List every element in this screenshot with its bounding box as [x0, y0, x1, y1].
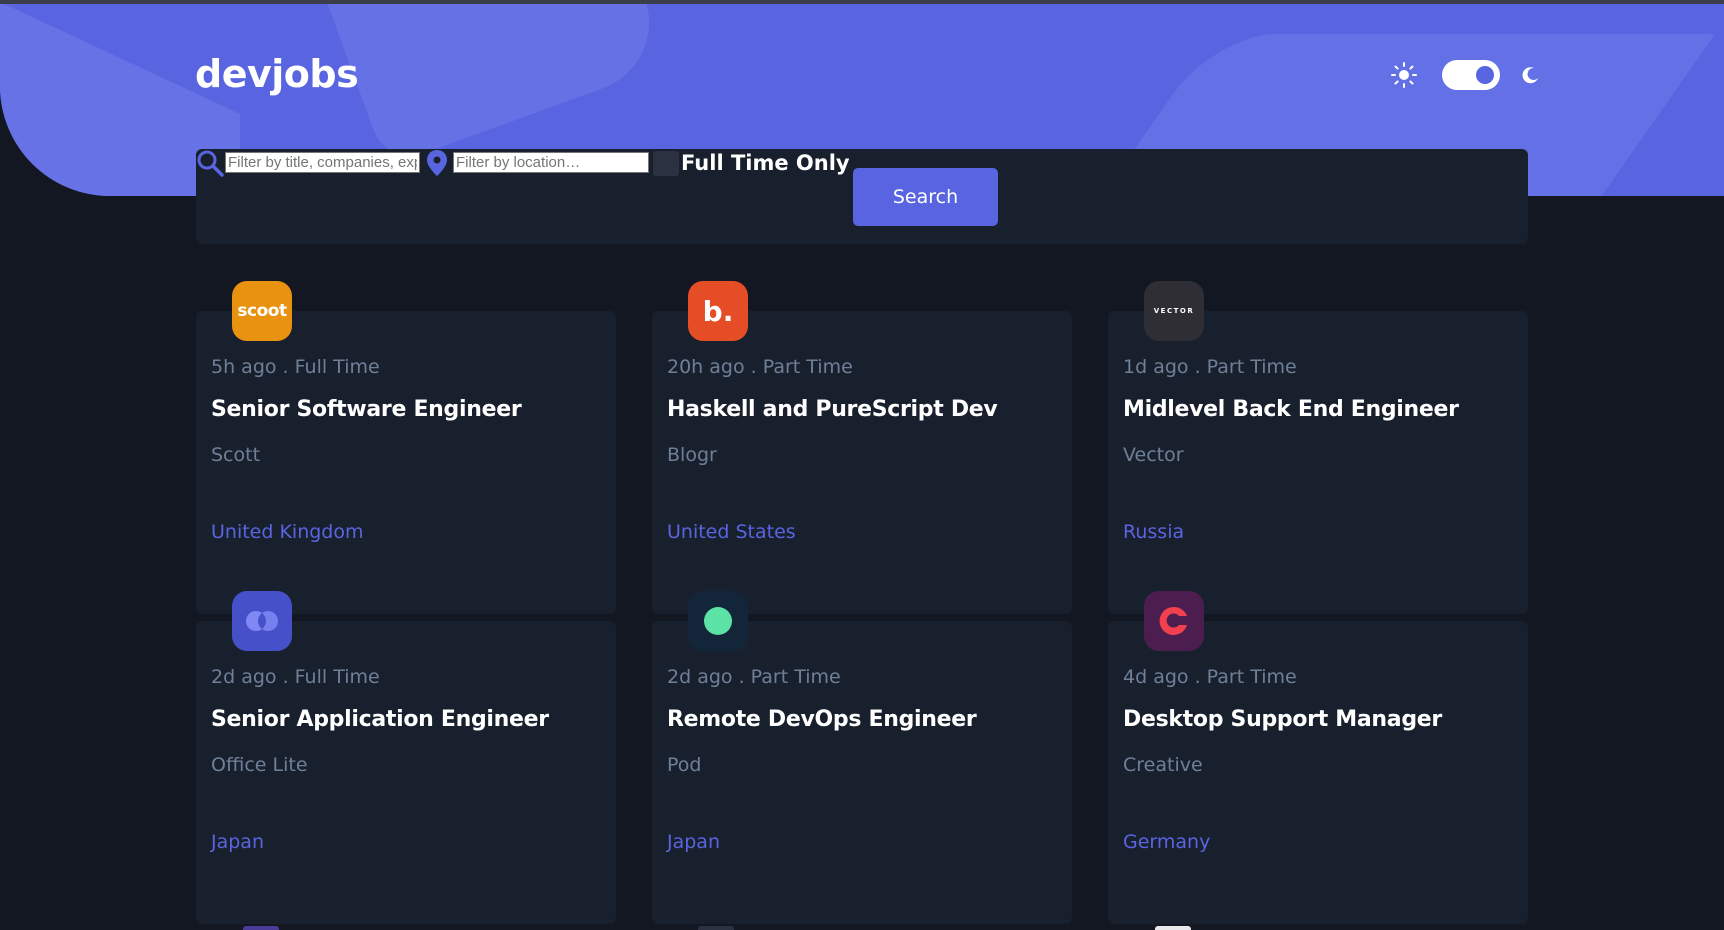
job-card[interactable]: 2d ago . Full Time Senior Application En… — [196, 591, 616, 924]
job-meta: 5h ago . Full Time — [211, 356, 380, 378]
job-meta: 20h ago . Part Time — [667, 356, 853, 378]
contract-type: Full Time — [294, 356, 380, 378]
meta-separator: . — [282, 356, 289, 378]
company-logo-pod — [688, 591, 748, 651]
contract-type: Full Time — [294, 666, 380, 688]
creative-icon — [1159, 606, 1187, 635]
job-meta: 2d ago . Full Time — [211, 666, 380, 688]
contract-type: Part Time — [750, 666, 841, 688]
search-bar: Full Time Only Search — [196, 149, 1528, 244]
company-logo-officelite — [232, 591, 292, 651]
full-time-checkbox[interactable] — [653, 151, 679, 176]
job-title[interactable]: Haskell and PureScript Dev — [667, 397, 998, 422]
meta-separator: . — [750, 356, 757, 378]
sun-icon — [1390, 61, 1418, 89]
location-search-input[interactable] — [453, 152, 649, 173]
company-name: Scott — [211, 444, 261, 466]
posted-time: 1d ago — [1123, 356, 1189, 378]
company-name: Pod — [667, 754, 702, 776]
meta-separator: . — [282, 666, 289, 688]
company-logo-text: b. — [702, 294, 734, 328]
search-icon — [196, 149, 224, 177]
job-title[interactable]: Senior Application Engineer — [211, 707, 549, 732]
job-location: Germany — [1123, 831, 1211, 853]
posted-time: 5h ago — [211, 356, 277, 378]
next-card-logo-peek — [1155, 926, 1191, 930]
job-card[interactable]: VECTOR 1d ago . Part Time Midlevel Back … — [1108, 281, 1528, 614]
contract-type: Part Time — [1206, 666, 1297, 688]
job-location: Japan — [211, 831, 264, 853]
next-card-logo-peek — [698, 926, 734, 930]
officelite-icon — [246, 611, 278, 631]
search-button[interactable]: Search — [853, 168, 998, 226]
pod-icon — [704, 607, 732, 635]
job-title[interactable]: Desktop Support Manager — [1123, 707, 1442, 732]
job-title[interactable]: Senior Software Engineer — [211, 397, 522, 422]
company-logo-text: scoot — [237, 301, 287, 321]
job-location: United States — [667, 521, 796, 543]
job-meta: 1d ago . Part Time — [1123, 356, 1297, 378]
contract-type: Part Time — [762, 356, 853, 378]
company-logo-scoot: scoot — [232, 281, 292, 341]
posted-time: 4d ago — [1123, 666, 1189, 688]
location-pin-icon — [426, 149, 448, 177]
job-card[interactable]: scoot 5h ago . Full Time Senior Software… — [196, 281, 616, 614]
company-name: Creative — [1123, 754, 1203, 776]
company-logo-text: VECTOR — [1153, 307, 1195, 315]
job-title[interactable]: Remote DevOps Engineer — [667, 707, 977, 732]
theme-toggle[interactable] — [1442, 60, 1500, 90]
next-card-logo-peek — [243, 926, 279, 930]
contract-type: Part Time — [1206, 356, 1297, 378]
title-search-input[interactable] — [225, 152, 420, 173]
job-meta: 4d ago . Part Time — [1123, 666, 1297, 688]
posted-time: 2d ago — [211, 666, 277, 688]
moon-icon — [1522, 66, 1540, 84]
meta-separator: . — [738, 666, 745, 688]
job-location: United Kingdom — [211, 521, 364, 543]
job-location: Russia — [1123, 521, 1185, 543]
theme-switcher — [1390, 60, 1540, 90]
job-card[interactable]: 4d ago . Part Time Desktop Support Manag… — [1108, 591, 1528, 924]
job-meta: 2d ago . Part Time — [667, 666, 841, 688]
posted-time: 20h ago — [667, 356, 745, 378]
company-logo-blogr: b. — [688, 281, 748, 341]
job-title[interactable]: Midlevel Back End Engineer — [1123, 397, 1459, 422]
full-time-label[interactable]: Full Time Only — [681, 151, 850, 175]
app-logo[interactable]: devjobs — [195, 52, 359, 96]
meta-separator: . — [1194, 666, 1201, 688]
company-name: Office Lite — [211, 754, 308, 776]
posted-time: 2d ago — [667, 666, 733, 688]
toggle-knob — [1476, 66, 1494, 84]
meta-separator: . — [1194, 356, 1201, 378]
company-name: Blogr — [667, 444, 717, 466]
company-logo-vector: VECTOR — [1144, 281, 1204, 341]
company-name: Vector — [1123, 444, 1184, 466]
job-location: Japan — [667, 831, 720, 853]
job-card[interactable]: 2d ago . Part Time Remote DevOps Enginee… — [652, 591, 1072, 924]
company-logo-creative — [1144, 591, 1204, 651]
job-card[interactable]: b. 20h ago . Part Time Haskell and PureS… — [652, 281, 1072, 614]
